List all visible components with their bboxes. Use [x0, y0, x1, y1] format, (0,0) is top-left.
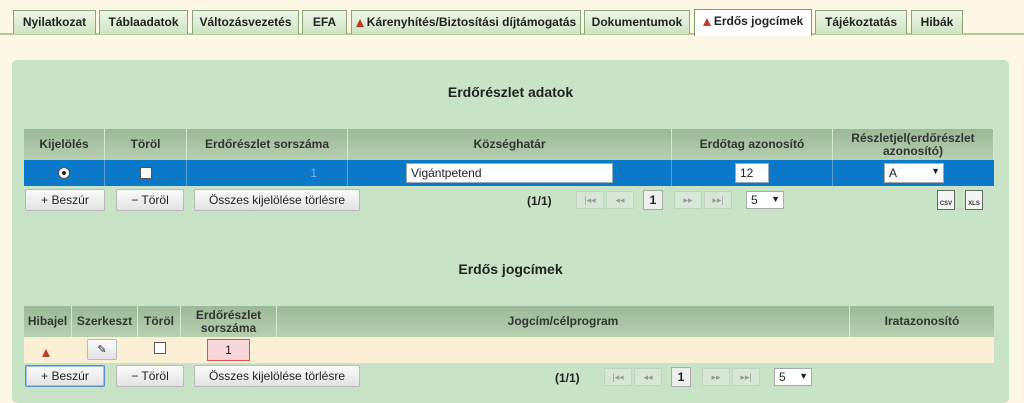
- xls-export-icon[interactable]: XLS: [965, 190, 983, 210]
- delete-button[interactable]: − Töröl: [116, 189, 184, 211]
- csv-label: CSV: [939, 201, 953, 207]
- tab-label: EFA: [312, 15, 337, 29]
- warning-icon: [702, 18, 711, 26]
- cell-erdotag: 12: [672, 160, 833, 186]
- first-page-button[interactable]: |◂◂: [604, 368, 632, 386]
- pencil-icon: ✎: [97, 344, 107, 356]
- tab-label: Változásvezetés: [199, 15, 292, 29]
- tab-label: Kárenyhítés/Biztosítási díjtámogatás: [366, 15, 577, 29]
- warning-icon[interactable]: [42, 349, 50, 357]
- page-size-value: 5: [779, 370, 786, 384]
- table-header: Kijelölés Töröl Erdőrészlet sorszáma Köz…: [24, 129, 994, 160]
- xls-label: XLS: [968, 201, 980, 207]
- sorszam-field[interactable]: 1: [207, 339, 250, 361]
- kozseghatar-field[interactable]: Vigántpetend: [406, 163, 613, 183]
- jogcimek-table: Hibajel Szerkeszt Töröl Erdőrészlet sors…: [24, 306, 994, 403]
- delete-button[interactable]: − Töröl: [116, 365, 184, 387]
- col-sorszam: Erdőrészlet sorszáma: [187, 129, 348, 160]
- tab-karenyhites[interactable]: Kárenyhítés/Biztosítási díjtámogatás: [351, 10, 581, 34]
- first-page-button[interactable]: |◂◂: [576, 191, 604, 209]
- insert-button[interactable]: + Beszúr: [25, 189, 105, 211]
- page-size-value: 5: [751, 193, 758, 207]
- tab-erdos-jogcimek[interactable]: Erdős jogcímek: [694, 9, 812, 36]
- insert-button[interactable]: + Beszúr: [25, 365, 105, 387]
- col-reszletjel: Részletjel(erdőrészlet azonosító): [833, 129, 994, 160]
- last-page-button[interactable]: ▸▸|: [732, 368, 760, 386]
- tab-tajekoztatas[interactable]: Tájékoztatás: [815, 10, 907, 34]
- tab-tablaadatok[interactable]: Táblaadatok: [99, 10, 188, 34]
- tab-label: Hibák: [920, 15, 954, 29]
- chevron-down-icon: ▼: [771, 194, 780, 204]
- cell-reszletjel: A ▼: [833, 160, 994, 186]
- last-page-button[interactable]: ▸▸|: [704, 191, 732, 209]
- tab-label: Tájékoztatás: [824, 15, 898, 29]
- col-torol: Töröl: [138, 306, 181, 337]
- cell-sorszam: 1: [187, 160, 348, 186]
- delete-checkbox[interactable]: [139, 167, 152, 179]
- erdotag-field[interactable]: 12: [735, 163, 769, 183]
- table-footer: + Beszúr − Töröl Összes kijelölése törlé…: [24, 186, 994, 216]
- table-row[interactable]: ✎ 1: [24, 337, 994, 363]
- tab-label: Dokumentumok: [591, 15, 683, 29]
- table-header: Hibajel Szerkeszt Töröl Erdőrészlet sors…: [24, 306, 994, 337]
- chevron-down-icon: ▼: [799, 371, 808, 381]
- col-erdotag: Erdőtag azonosító: [672, 129, 833, 160]
- erdoreszlet-table: Kijelölés Töröl Erdőrészlet sorszáma Köz…: [24, 129, 994, 219]
- clear-selection-button[interactable]: Összes kijelölése törlésre: [194, 365, 360, 387]
- edit-button[interactable]: ✎: [87, 339, 117, 360]
- csv-export-icon[interactable]: CSV: [937, 190, 955, 210]
- chevron-down-icon: ▼: [931, 166, 940, 176]
- page-size-select[interactable]: 5 ▼: [746, 191, 784, 209]
- pager-info: (1/1): [555, 371, 580, 385]
- tab-nyilatkozat[interactable]: Nyilatkozat: [13, 10, 96, 34]
- cell-delete: [154, 342, 166, 354]
- tab-label: Nyilatkozat: [22, 15, 87, 29]
- warning-icon: [355, 19, 364, 27]
- tab-label: Erdős jogcímek: [713, 14, 804, 28]
- col-torol: Töröl: [105, 129, 187, 160]
- cell-hibajel: [42, 345, 53, 359]
- col-kijeloles: Kijelölés: [24, 129, 105, 160]
- pager-info: (1/1): [527, 194, 552, 208]
- cell-delete: [105, 160, 187, 186]
- next-page-button[interactable]: ▸▸: [702, 368, 730, 386]
- col-sorszam: Erdőrészlet sorszáma: [181, 306, 277, 337]
- page-number[interactable]: 1: [671, 367, 691, 387]
- section-title-erdoreszlet: Erdőrészlet adatok: [447, 84, 574, 100]
- next-page-button[interactable]: ▸▸: [674, 191, 702, 209]
- section-title-jogcimek: Erdős jogcímek: [458, 261, 563, 277]
- clear-selection-button[interactable]: Összes kijelölése törlésre: [194, 189, 360, 211]
- prev-page-button[interactable]: ◂◂: [606, 191, 634, 209]
- reszletjel-value: A: [889, 166, 898, 180]
- cell-kozseghatar: Vigántpetend: [348, 160, 672, 186]
- tab-label: Táblaadatok: [108, 15, 179, 29]
- col-hibajel: Hibajel: [24, 306, 72, 337]
- cell-select: [24, 160, 105, 186]
- col-jogcim: Jogcím/célprogram: [277, 306, 850, 337]
- tab-hibak[interactable]: Hibák: [911, 10, 963, 34]
- tab-valtozasvezetes[interactable]: Változásvezetés: [192, 10, 299, 34]
- table-footer: + Beszúr − Töröl Összes kijelölése törlé…: [24, 363, 994, 393]
- delete-checkbox[interactable]: [154, 342, 166, 354]
- page-size-select[interactable]: 5 ▼: [774, 368, 812, 386]
- prev-page-button[interactable]: ◂◂: [634, 368, 662, 386]
- table-row[interactable]: 1 Vigántpetend 12 A ▼: [24, 160, 994, 186]
- page-number[interactable]: 1: [643, 190, 663, 210]
- tab-bar: Nyilatkozat Táblaadatok Változásvezetés …: [0, 0, 1024, 36]
- tab-efa[interactable]: EFA: [302, 10, 347, 34]
- reszletjel-select[interactable]: A ▼: [884, 163, 944, 183]
- col-szerkeszt: Szerkeszt: [72, 306, 138, 337]
- select-radio[interactable]: [58, 167, 70, 179]
- col-iratazonosito: Iratazonosító: [884, 314, 960, 328]
- tab-dokumentumok[interactable]: Dokumentumok: [584, 10, 690, 34]
- col-kozseghatar: Községhatár: [348, 129, 672, 160]
